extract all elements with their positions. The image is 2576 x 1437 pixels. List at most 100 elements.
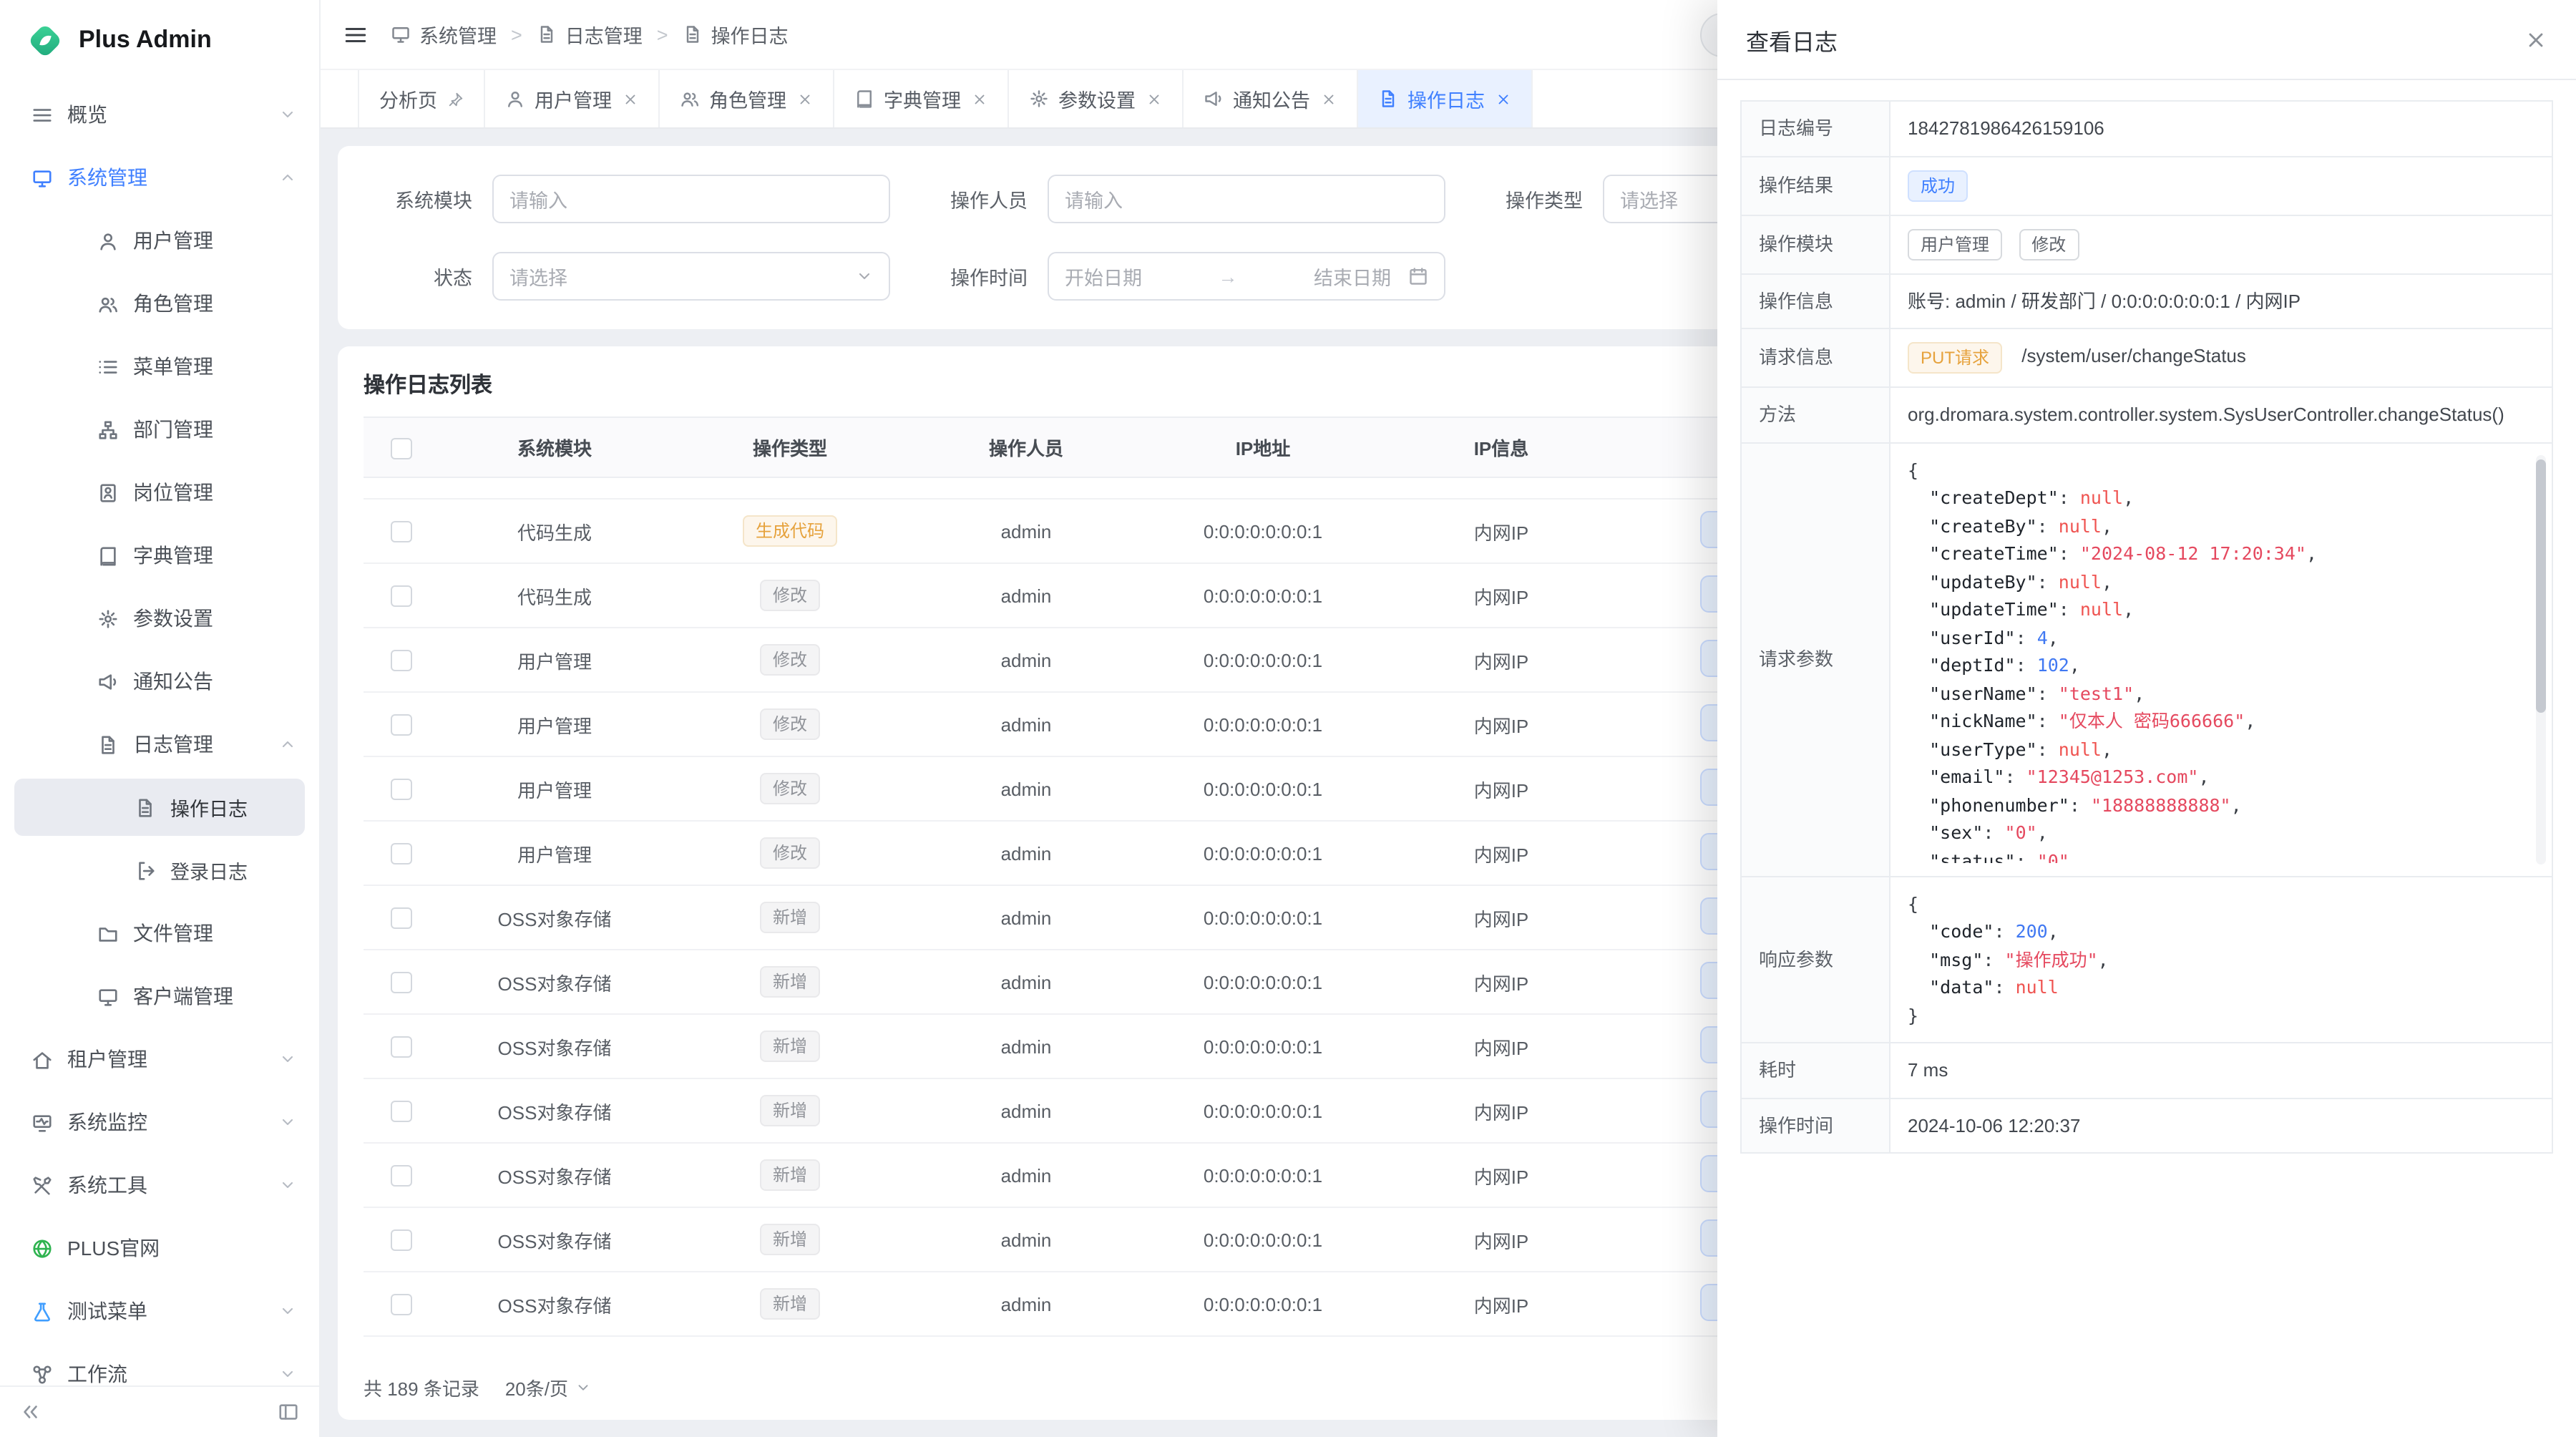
breadcrumb-item[interactable]: 操作日志: [683, 20, 789, 49]
row-checkbox[interactable]: [390, 650, 411, 671]
drawer-body: 日志编号 1842781986426159106 操作结果 成功 操作模块 用户…: [1717, 80, 2576, 1437]
scrollbar-thumb[interactable]: [2536, 459, 2546, 713]
row-checkbox[interactable]: [390, 972, 411, 993]
row-checkbox[interactable]: [390, 521, 411, 542]
chevron-down-icon: [279, 1114, 296, 1131]
tab-dict-management[interactable]: 字典管理: [834, 70, 1008, 127]
input-placeholder: 请输入: [1065, 185, 1428, 213]
sidebar-item-system-management[interactable]: 系统管理: [0, 146, 319, 209]
sidebar-item-role-management[interactable]: 角色管理: [0, 272, 319, 335]
collapse-sidebar-icon[interactable]: [20, 1401, 42, 1423]
cell-ip-address: 0:0:0:0:0:0:0:1: [1143, 628, 1382, 692]
book-icon: [97, 545, 119, 566]
tab-analysis[interactable]: 分析页: [358, 70, 484, 127]
operation-type-tag: 新增: [760, 1095, 820, 1126]
detail-row-request: 请求信息 PUT请求 /system/user/changeStatus: [1741, 328, 2552, 387]
app-logo[interactable]: Plus Admin: [0, 0, 319, 80]
sidebar-item-tenant-management[interactable]: 租户管理: [0, 1028, 319, 1091]
close-icon[interactable]: [2524, 28, 2547, 51]
close-icon[interactable]: [1495, 91, 1511, 107]
cell-ip-info: 内网IP: [1382, 1078, 1620, 1143]
pin-sidebar-icon[interactable]: [278, 1401, 299, 1423]
sidebar-item-param-settings[interactable]: 参数设置: [0, 587, 319, 650]
tab-user-management[interactable]: 用户管理: [484, 70, 659, 127]
breadcrumb-label: 系统管理: [419, 20, 497, 49]
operation-type-tag: 生成代码: [743, 515, 837, 547]
tab-param-settings[interactable]: 参数设置: [1008, 70, 1183, 127]
detail-row-request-params: 请求参数 { "createDept": null, "createBy": n…: [1741, 442, 2552, 876]
input-placeholder: 请输入: [509, 185, 873, 213]
request-params-code[interactable]: { "createDept": null, "createBy": null, …: [1908, 456, 2534, 862]
dashboard-icon: [31, 104, 53, 125]
row-checkbox[interactable]: [390, 907, 411, 929]
sidebar-item-user-management[interactable]: 用户管理: [0, 209, 319, 272]
list-icon: [97, 356, 119, 377]
row-checkbox[interactable]: [390, 1229, 411, 1251]
scrollbar-track[interactable]: [2536, 454, 2546, 864]
row-checkbox[interactable]: [390, 714, 411, 736]
row-checkbox[interactable]: [390, 1165, 411, 1187]
breadcrumb-item[interactable]: 日志管理: [537, 20, 643, 49]
sidebar-item-log-management[interactable]: 日志管理: [0, 713, 319, 776]
sidebar-item-menu-management[interactable]: 菜单管理: [0, 335, 319, 398]
sidebar-item-file-management[interactable]: 文件管理: [0, 902, 319, 965]
column-header[interactable]: 系统模块: [438, 417, 671, 477]
sidebar-item-system-monitor[interactable]: 系统监控: [0, 1091, 319, 1154]
users-icon: [97, 293, 119, 314]
operator-input[interactable]: 请输入: [1048, 175, 1445, 223]
operation-type-tag: 修改: [760, 580, 820, 611]
column-header[interactable]: IP地址: [1143, 417, 1382, 477]
filter-status: 状态 请选择: [372, 252, 890, 301]
sidebar-item-dict-management[interactable]: 字典管理: [0, 524, 319, 587]
breadcrumb-separator: >: [511, 24, 522, 45]
row-checkbox[interactable]: [390, 1294, 411, 1315]
tab-role-management[interactable]: 角色管理: [659, 70, 834, 127]
sidebar-item-plus-website[interactable]: PLUS官网: [0, 1217, 319, 1280]
column-header[interactable]: 操作人员: [909, 417, 1143, 477]
close-icon[interactable]: [1320, 91, 1336, 107]
desktop-icon: [97, 985, 119, 1007]
row-checkbox[interactable]: [390, 1101, 411, 1122]
tab-notice[interactable]: 通知公告: [1183, 70, 1357, 127]
cell-system-module: OSS对象存储: [438, 1078, 671, 1143]
sidebar-item-label: 通知公告: [133, 667, 296, 696]
sidebar-item-dept-management[interactable]: 部门管理: [0, 398, 319, 461]
sidebar-item-notice[interactable]: 通知公告: [0, 650, 319, 713]
module-tag: 用户管理: [1908, 228, 2002, 260]
filter-operator: 操作人员 请输入: [927, 175, 1445, 223]
breadcrumb-item[interactable]: 系统管理: [391, 20, 497, 49]
cell-operator: admin: [909, 628, 1143, 692]
pin-icon[interactable]: [447, 91, 463, 107]
status-select[interactable]: 请选择: [492, 252, 890, 301]
sidebar-item-workflow[interactable]: 工作流: [0, 1343, 319, 1385]
row-checkbox[interactable]: [390, 779, 411, 800]
sidebar-item-login-log[interactable]: 登录日志: [0, 839, 319, 902]
select-all-checkbox[interactable]: [390, 437, 411, 459]
operation-time-range-input[interactable]: 开始日期 → 结束日期: [1048, 252, 1445, 301]
sidebar-item-client-management[interactable]: 客户端管理: [0, 965, 319, 1028]
sidebar-item-system-tools[interactable]: 系统工具: [0, 1154, 319, 1217]
hamburger-menu-icon[interactable]: [343, 22, 368, 47]
system-module-input[interactable]: 请输入: [492, 175, 890, 223]
monitor-icon: [391, 24, 411, 44]
row-checkbox[interactable]: [390, 1036, 411, 1058]
sidebar-item-label: 菜单管理: [133, 352, 296, 381]
row-checkbox[interactable]: [390, 585, 411, 607]
sidebar-item-operation-log[interactable]: 操作日志: [14, 779, 305, 836]
sidebar-item-overview[interactable]: 概览: [0, 83, 319, 146]
sidebar-item-test-menu[interactable]: 测试菜单: [0, 1280, 319, 1343]
sidebar-item-post-management[interactable]: 岗位管理: [0, 461, 319, 524]
sidebar-item-label: 操作日志: [170, 793, 282, 822]
range-separator: →: [1142, 266, 1314, 287]
page-size-select[interactable]: 20条/页: [505, 1374, 591, 1401]
close-icon[interactable]: [622, 91, 638, 107]
column-header[interactable]: IP信息: [1382, 417, 1620, 477]
cell-operator: admin: [909, 1014, 1143, 1078]
log-detail-drawer: 查看日志 日志编号 1842781986426159106 操作结果 成功 操作…: [1717, 0, 2576, 1437]
row-checkbox[interactable]: [390, 843, 411, 864]
close-icon[interactable]: [1146, 91, 1161, 107]
close-icon[interactable]: [796, 91, 812, 107]
column-header[interactable]: 操作类型: [671, 417, 909, 477]
tab-operation-log[interactable]: 操作日志: [1357, 70, 1532, 127]
close-icon[interactable]: [971, 91, 987, 107]
